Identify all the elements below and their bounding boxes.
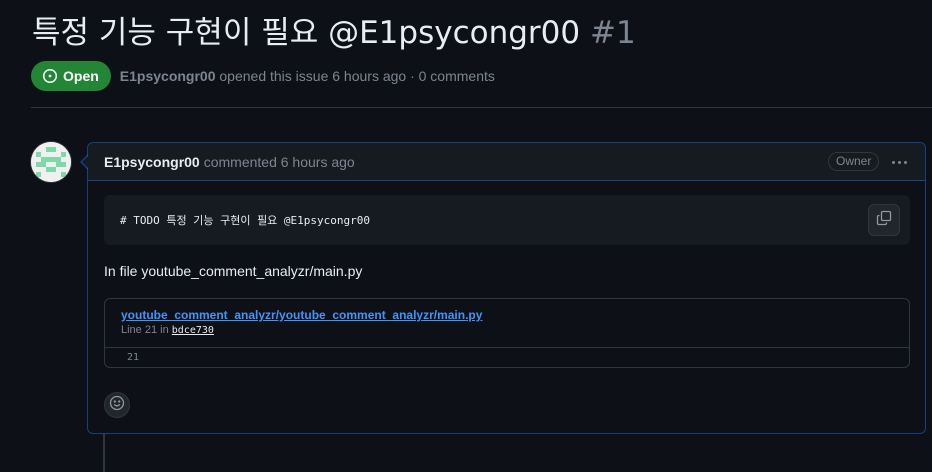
permalink-header: youtube_comment_analyzr/youtube_comment_… [105, 299, 909, 348]
smiley-icon [109, 395, 125, 416]
issue-author-link[interactable]: E1psycongr00 [120, 68, 216, 84]
issue-meta-rest: opened this issue 6 hours ago · 0 commen… [219, 68, 495, 84]
permalink-line-prefix: Line 21 in [121, 324, 169, 336]
permalink-embed: youtube_comment_analyzr/youtube_comment_… [104, 298, 910, 368]
code-text: # TODO 특정 기능 구현이 필요 @E1psycongr00 [120, 214, 371, 227]
issue-meta: Open E1psycongr00 opened this issue 6 ho… [31, 61, 495, 91]
issue-number: #1 [589, 15, 636, 51]
avatar[interactable] [31, 142, 71, 182]
issue-title: 특정 기능 구현이 필요 @E1psycongr00 #1 [32, 12, 636, 54]
issue-opened-icon [42, 68, 58, 84]
state-label: Open [63, 68, 99, 84]
copy-icon [876, 210, 892, 231]
comment-timestamp[interactable]: commented 6 hours ago [204, 154, 355, 170]
comment-author-link[interactable]: E1psycongr00 [104, 154, 200, 170]
header-divider [31, 107, 932, 108]
comment: E1psycongr00 commented 6 hours ago Owner… [80, 142, 926, 434]
copy-button[interactable] [868, 204, 900, 236]
issue-page: 특정 기능 구현이 필요 @E1psycongr00 #1 Open E1psy… [0, 0, 932, 472]
permalink-subtitle: Line 21 in bdce730 [121, 324, 214, 336]
permalink-line-number: 21 [127, 352, 140, 363]
state-badge: Open [31, 61, 111, 91]
permalink-file-link[interactable]: youtube_comment_analyzr/youtube_comment_… [121, 308, 482, 322]
timeline-line [103, 434, 105, 472]
comment-paragraph: In file youtube_comment_analyzr/main.py [104, 263, 363, 279]
commit-link[interactable]: bdce730 [172, 325, 214, 336]
issue-title-text: 특정 기능 구현이 필요 @E1psycongr00 [32, 15, 581, 51]
add-reaction-button[interactable] [104, 392, 130, 418]
kebab-horizontal-icon[interactable] [888, 152, 910, 172]
comment-header: E1psycongr00 commented 6 hours ago [88, 143, 925, 181]
owner-badge: Owner [828, 152, 880, 171]
issue-meta-text: E1psycongr00 opened this issue 6 hours a… [120, 68, 495, 84]
code-block: # TODO 특정 기능 구현이 필요 @E1psycongr00 [104, 195, 910, 245]
